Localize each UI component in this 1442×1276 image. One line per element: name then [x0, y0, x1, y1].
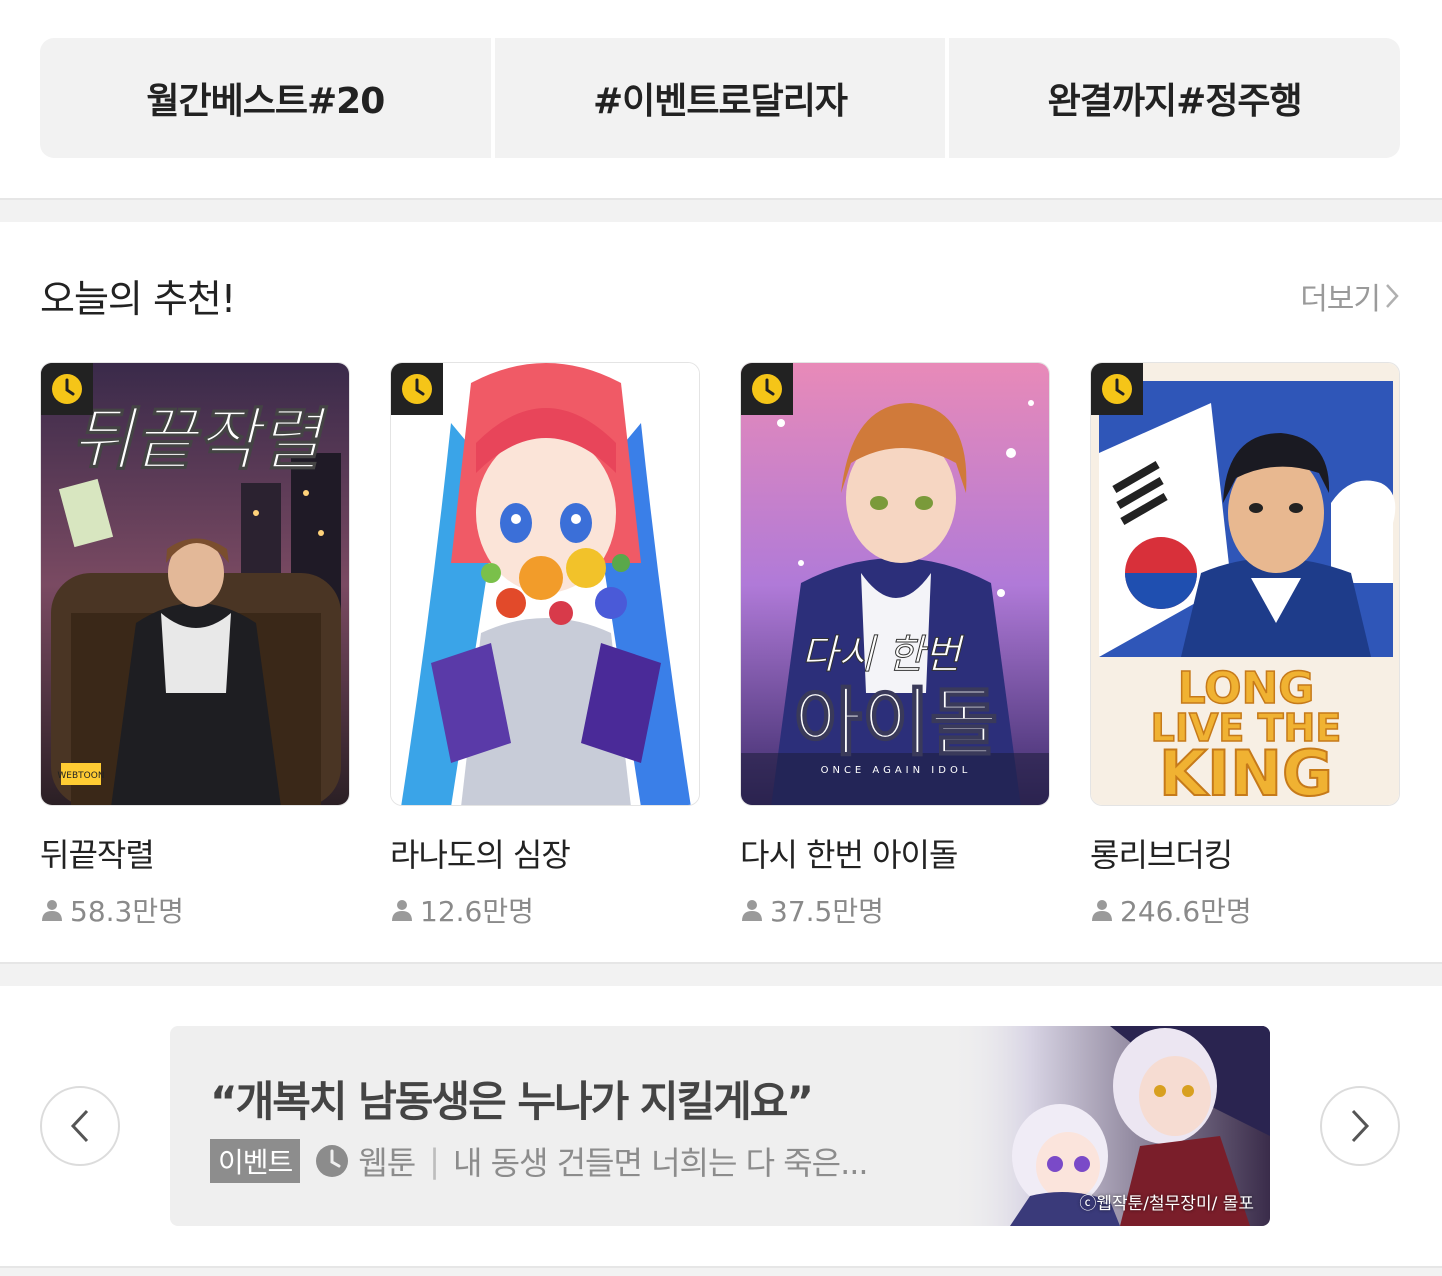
- section-divider: [0, 198, 1442, 222]
- banner-credit: ⓒ웹작툰/철무장미/ 몰포: [1079, 1194, 1254, 1214]
- comic-views: 12.6만명: [390, 890, 700, 930]
- comic-card[interactable]: 다시 한번 아이돌 ONCE AGAIN IDOL 다시 한번 아이돌 37.5…: [740, 362, 1050, 930]
- cover-art: WEBTOON 뒤끝작렬: [41, 363, 349, 805]
- clock-badge: [41, 363, 93, 415]
- comic-title[interactable]: 다시 한번 아이돌: [740, 830, 1050, 876]
- clock-icon: [402, 374, 432, 404]
- comic-card[interactable]: WEBTOON 뒤끝작렬 뒤끝작렬 58.3만명: [40, 362, 350, 930]
- tag-tabs: 월간베스트#20 #이벤트로달리자 완결까지#정주행: [40, 38, 1400, 158]
- clock-badge: [1091, 363, 1143, 415]
- person-icon: [1092, 900, 1112, 921]
- svg-text:뒤끝작렬: 뒤끝작렬: [71, 401, 329, 480]
- tag-tab-monthly-best[interactable]: 월간베스트#20: [40, 38, 491, 158]
- person-icon: [392, 900, 412, 921]
- cover-art: 다시 한번 아이돌 ONCE AGAIN IDOL: [741, 363, 1049, 805]
- tag-tab-completed[interactable]: 완결까지#정주행: [949, 38, 1400, 158]
- meta-separator: |: [429, 1142, 440, 1180]
- more-link[interactable]: 더보기: [1300, 274, 1400, 318]
- section-divider: [0, 962, 1442, 986]
- comic-cover[interactable]: WEBTOON 뒤끝작렬: [40, 362, 350, 806]
- chevron-left-icon: [70, 1109, 89, 1143]
- views-count: 246.6만명: [1120, 895, 1252, 928]
- prev-banner-button[interactable]: [40, 1086, 120, 1166]
- views-count: 12.6만명: [420, 895, 534, 928]
- banner-description: 내 동생 건들면 너희는 다 죽은...: [452, 1144, 869, 1182]
- chevron-right-icon: [1351, 1109, 1370, 1143]
- person-icon: [42, 900, 62, 921]
- comic-title[interactable]: 뒤끝작렬: [40, 830, 350, 876]
- views-count: 37.5만명: [770, 895, 884, 928]
- banner-quote: “개복치 남동생은 누나가 지킬게요”: [210, 1077, 814, 1126]
- cover-art: LONG LIVE THE KING: [1091, 363, 1399, 806]
- comic-card[interactable]: LONG LIVE THE KING 롱리브더킹 246.6만명: [1090, 362, 1400, 930]
- comic-card[interactable]: 라나도의 심장 12.6만명: [390, 362, 700, 930]
- comic-cover[interactable]: LONG LIVE THE KING: [1090, 362, 1400, 806]
- clock-badge: [741, 363, 793, 415]
- tag-tab-event[interactable]: #이벤트로달리자: [494, 38, 946, 158]
- svg-text:ONCE AGAIN IDOL: ONCE AGAIN IDOL: [821, 765, 972, 776]
- person-icon: [742, 900, 762, 921]
- clock-badge: [391, 363, 443, 415]
- banner-type: 웹툰: [358, 1144, 416, 1182]
- comic-title[interactable]: 롱리브더킹: [1090, 830, 1400, 876]
- svg-text:KING: KING: [1159, 737, 1333, 806]
- views-count: 58.3만명: [70, 895, 184, 928]
- section-title: 오늘의 추천!: [40, 277, 236, 321]
- comic-cover[interactable]: [390, 362, 700, 806]
- comic-views: 37.5만명: [740, 890, 1050, 930]
- event-badge: 이벤트: [210, 1139, 301, 1183]
- svg-text:WEBTOON: WEBTOON: [57, 771, 104, 781]
- page: 월간베스트#20 #이벤트로달리자 완결까지#정주행 오늘의 추천! 더보기 W…: [0, 0, 1442, 1276]
- clock-icon: [52, 374, 82, 404]
- banner-meta: 이벤트 웹툰 | 내 동생 건들면 너희는 다 죽은...: [210, 1138, 869, 1184]
- comic-title[interactable]: 라나도의 심장: [390, 830, 700, 876]
- comic-views: 58.3만명: [40, 890, 350, 930]
- clock-icon: [1102, 374, 1132, 404]
- svg-text:아이돌: 아이돌: [794, 680, 998, 766]
- event-banner[interactable]: “개복치 남동생은 누나가 지킬게요” 이벤트 웹툰 | 내 동생 건들면 너희…: [170, 1026, 1270, 1226]
- next-banner-button[interactable]: [1320, 1086, 1400, 1166]
- comic-views: 246.6만명: [1090, 890, 1400, 930]
- svg-text:다시 한번: 다시 한번: [801, 632, 965, 678]
- comic-cover[interactable]: 다시 한번 아이돌 ONCE AGAIN IDOL: [740, 362, 1050, 806]
- more-link-label: 더보기: [1300, 282, 1381, 317]
- cover-art: [391, 363, 699, 805]
- clock-icon: [316, 1145, 349, 1177]
- chevron-right-icon: [1386, 284, 1399, 308]
- section-divider: [0, 1266, 1442, 1276]
- clock-icon: [752, 374, 782, 404]
